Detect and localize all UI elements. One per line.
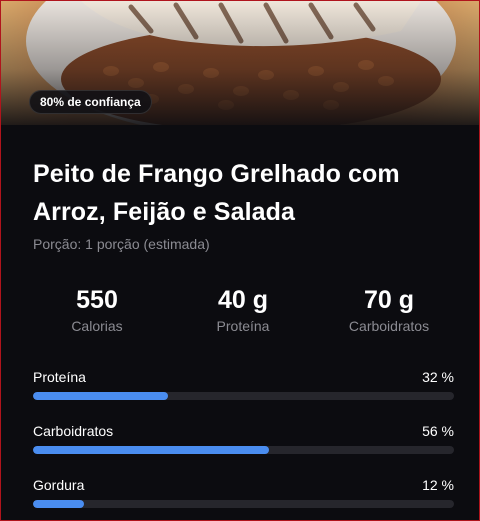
stat-protein: 40 g Proteína [179,285,307,335]
macro-fat-bar [33,500,84,508]
portion-text: Porção: 1 porção (estimada) [33,236,210,252]
stat-carbs: 70 g Carboidratos [325,285,453,335]
stat-calories: 550 Calorias [33,285,161,335]
macro-carbs-name: Carboidratos [33,423,114,439]
macro-fat-track [33,500,454,508]
macro-carbs-bar [33,446,269,454]
macro-carbs-track [33,446,454,454]
stat-calories-value: 550 [76,286,118,314]
food-title: Peito de Frango Grelhado com Arroz, Feij… [33,160,400,226]
macro-protein-name: Proteína [33,369,86,385]
stat-carbs-value: 70 g [363,286,415,314]
stat-protein-label: Proteína [216,318,270,334]
macro-carbs: Carboidratos 56 % [33,422,454,476]
stat-calories-label: Calorias [71,318,123,334]
macro-fat: Gordura 12 % [33,476,454,520]
food-photo: 80% de confiança [1,1,479,125]
macro-fat-name: Gordura [33,477,85,493]
stat-protein-value: 40 g [217,286,269,314]
confidence-badge: 80% de confiança [29,90,152,114]
macro-breakdown: Proteína 32 % Carboidratos 56 % Gordura … [33,368,454,520]
macro-protein-percent: 32 % [422,369,454,385]
macro-fat-percent: 12 % [422,477,454,493]
macro-protein-track [33,392,454,400]
macro-protein: Proteína 32 % [33,368,454,422]
macro-carbs-percent: 56 % [422,423,454,439]
nutrition-stats: 550 Calorias 40 g Proteína 70 g Carboidr… [33,285,453,335]
macro-protein-bar [33,392,168,400]
food-analysis-card: 80% de confiança Peito de Frango Grelhad… [0,0,480,521]
stat-carbs-label: Carboidratos [348,318,430,334]
food-info: Peito de Frango Grelhado com Arroz, Feij… [33,155,457,253]
